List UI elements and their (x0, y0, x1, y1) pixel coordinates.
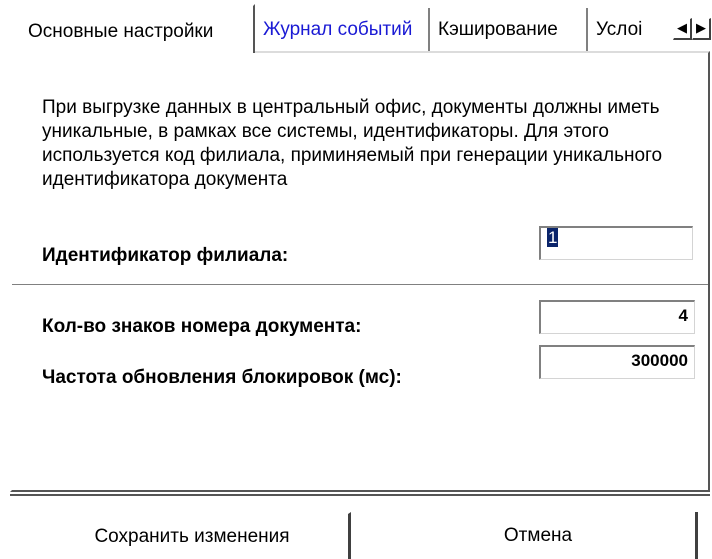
save-button[interactable]: Сохранить изменения (34, 512, 351, 559)
section-divider (12, 284, 708, 286)
lock-refresh-field[interactable]: 300000 (539, 345, 695, 379)
branch-id-field[interactable]: 1 (539, 226, 693, 260)
doc-digits-field[interactable]: 4 (539, 300, 695, 334)
doc-digits-label: Кол-во знаков номера документа: (42, 316, 362, 337)
tab-strip: Основные настройки Журнал событий Кэширо… (0, 0, 712, 53)
tab-scroll-right-button[interactable]: ▶ (692, 18, 711, 40)
tab-main-settings[interactable]: Основные настройки (10, 4, 255, 53)
cancel-button[interactable]: Отмена (381, 512, 698, 559)
lock-refresh-label: Частота обновления блокировок (мс): (42, 367, 402, 388)
tab-caching[interactable]: Кэширование (430, 8, 588, 52)
arrow-right-icon: ▶ (696, 20, 706, 35)
tab-label: Кэширование (438, 19, 558, 40)
branch-id-value: 1 (547, 228, 559, 247)
tab-label: Услоі (596, 19, 643, 40)
arrow-left-icon: ◀ (677, 20, 687, 35)
tab-label: Основные настройки (28, 21, 214, 42)
description-text: При выгрузке данных в центральный офис, … (42, 97, 663, 190)
tab-conditions[interactable]: Услоі (588, 8, 673, 52)
tab-scroll-left-button[interactable]: ◀ (673, 18, 692, 40)
tab-event-log[interactable]: Журнал событий (255, 8, 430, 52)
tab-label: Журнал событий (263, 19, 413, 40)
branch-id-label: Идентификатор филиала: (42, 245, 289, 266)
panel-bottom-border (10, 494, 710, 496)
